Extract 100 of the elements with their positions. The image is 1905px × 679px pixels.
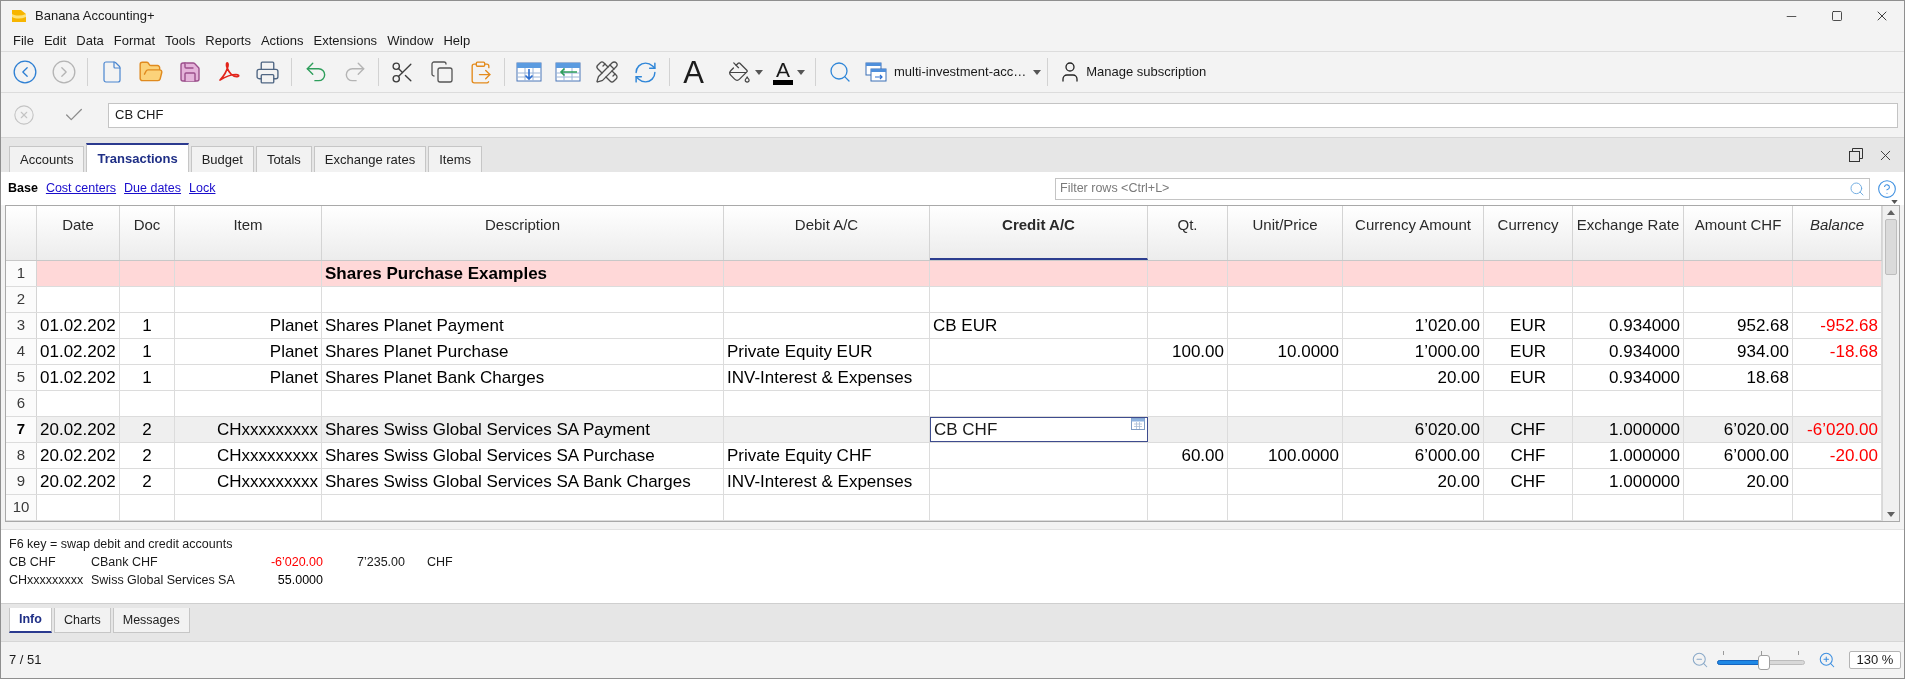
view-link[interactable]: Base (8, 179, 38, 198)
clipboard-icon[interactable] (468, 59, 493, 85)
printer-icon[interactable] (255, 59, 280, 85)
table-row[interactable]: 6 (6, 391, 1882, 417)
refresh-icon[interactable] (633, 59, 658, 85)
table-cell: 01.02.202 (37, 313, 120, 338)
table-cell: 100.0000 (1228, 443, 1343, 468)
menu-item[interactable]: Extensions (308, 32, 383, 50)
column-header[interactable]: Credit A/C (930, 206, 1148, 260)
menu-item[interactable]: Window (382, 32, 439, 50)
row-number[interactable]: 5 (6, 365, 37, 390)
search-icon[interactable] (827, 60, 852, 84)
column-header[interactable]: Debit A/C (724, 206, 930, 260)
view-link[interactable]: Cost centers (45, 179, 117, 198)
formula-input[interactable]: CB CHF (108, 102, 1898, 128)
table-cell: 1 (120, 365, 175, 390)
table-cell: 1 (120, 339, 175, 364)
zoom-slider[interactable] (1717, 650, 1805, 670)
file-selector[interactable]: multi-investment-acc… (863, 57, 1044, 87)
manage-subscription-button[interactable]: Manage subscription (1058, 59, 1207, 85)
table-cell: 6’020.00 (1343, 417, 1484, 442)
table-cell: 100.00 (1148, 339, 1228, 364)
column-header[interactable]: Currency (1484, 206, 1573, 260)
table-row[interactable]: 3 01.02.202 1 Planet Shares Planet Payment CB EUR 1’020.00 EUR 0.934000 952.68 -952.68 (6, 313, 1882, 339)
view-link[interactable]: Due dates (124, 179, 182, 198)
swirl-icon[interactable] (216, 60, 241, 84)
menu-item[interactable]: File (8, 32, 39, 50)
column-header[interactable]: Item (175, 206, 322, 260)
row-number[interactable]: 10 (6, 495, 37, 520)
column-header[interactable]: Doc (120, 206, 175, 260)
menu-item[interactable]: Actions (255, 32, 309, 50)
zoom-out-icon[interactable] (1691, 651, 1709, 669)
account-balance: 7’235.00 (357, 554, 405, 571)
copy-icon[interactable] (429, 60, 454, 84)
table-cell: 6’000.00 (1684, 443, 1793, 468)
table-row[interactable]: 1 Shares Purchase Examples (6, 261, 1882, 287)
table-cell: 1’000.00 (1343, 339, 1484, 364)
menu-item[interactable]: Tools (160, 32, 201, 50)
search-icon[interactable] (1849, 180, 1865, 197)
caret-icon[interactable] (754, 69, 763, 75)
slider-thumb[interactable] (1757, 655, 1770, 670)
zoom-in-icon[interactable] (1818, 651, 1836, 669)
table-row[interactable]: 10 (6, 495, 1882, 521)
down-arrow-icon[interactable] (1887, 512, 1895, 517)
row-number[interactable]: 8 (6, 443, 37, 468)
filter-field[interactable]: Filter rows <Ctrl+L> (1055, 177, 1870, 200)
tab[interactable]: Exchange rates (313, 146, 427, 172)
save-icon[interactable] (177, 60, 202, 84)
column-header[interactable]: Currency Amount (1343, 206, 1484, 260)
menu-item[interactable]: Help (438, 32, 476, 50)
tab[interactable]: Messages (112, 608, 190, 633)
row-number[interactable]: 6 (6, 391, 37, 416)
caret-icon[interactable] (1033, 69, 1042, 75)
cell-editor[interactable]: CB CHF (930, 417, 1148, 442)
zoom-value-field[interactable]: 130 % (1849, 651, 1901, 669)
caret-icon[interactable] (797, 69, 805, 75)
menu-item[interactable]: Format (108, 32, 160, 50)
menu-item[interactable]: Edit (38, 32, 72, 50)
tab[interactable]: Items (428, 146, 482, 172)
calendar-icon[interactable] (1131, 418, 1145, 430)
column-header[interactable]: Qt. (1148, 206, 1228, 260)
tab[interactable]: Accounts (9, 146, 85, 172)
view-link[interactable]: Lock (189, 179, 216, 198)
table-row[interactable]: 5 01.02.202 1 Planet Shares Planet Bank Charges INV-Interest & Expenses 20.00 EUR 0.934000 18.68 (6, 365, 1882, 391)
tab[interactable]: Charts (53, 608, 111, 633)
row-number[interactable]: 7 (6, 417, 37, 442)
restore-icon[interactable] (1849, 148, 1863, 162)
pencil-ruler-icon[interactable] (594, 60, 619, 84)
tab[interactable]: Budget (190, 146, 254, 172)
paint-bucket-icon[interactable] (727, 60, 751, 84)
column-header[interactable]: Description (322, 206, 724, 260)
menu-item[interactable]: Reports (200, 32, 256, 50)
table-row[interactable]: 7 20.02.202 2 CHxxxxxxxxx Shares Swiss Global Services SA Payment CB CHF 6’020.00 CHF 1.000000 6’020.00 -6’020.00 (6, 417, 1882, 443)
scrollbar-thumb[interactable] (1885, 219, 1897, 275)
row-number[interactable]: 1 (6, 261, 37, 286)
menu-item[interactable]: Data (71, 32, 109, 50)
row-number[interactable]: 4 (6, 339, 37, 364)
vertical-scrollbar[interactable] (1882, 206, 1899, 521)
tab[interactable]: Transactions (86, 143, 189, 172)
table-row[interactable]: 2 (6, 287, 1882, 313)
table-row[interactable]: 8 20.02.202 2 CHxxxxxxxxx Shares Swiss Global Services SA Purchase Private Equity CHF 60.00 100.0000 6’000.00 CHF 1.000000 6’000.00 -20.00 (6, 443, 1882, 469)
table-row[interactable]: 9 20.02.202 2 CHxxxxxxxxx Shares Swiss Global Services SA Bank Charges INV-Interest & Expenses 20.00 CHF 1.000000 20.00 (6, 469, 1882, 495)
text-color-button[interactable]: A (773, 59, 793, 85)
column-header[interactable]: Date (37, 206, 120, 260)
maximize-icon[interactable] (1830, 10, 1843, 22)
tab[interactable]: Totals (255, 146, 312, 172)
row-number[interactable]: 9 (6, 469, 37, 494)
font-button[interactable]: A (680, 56, 707, 88)
column-header[interactable]: Unit/Price (1228, 206, 1343, 260)
column-header[interactable]: Amount CHF (1684, 206, 1793, 260)
tab[interactable]: Info (9, 608, 52, 633)
up-arrow-icon[interactable] (1887, 210, 1895, 215)
table-cell: EUR (1484, 339, 1573, 364)
back-icon[interactable] (11, 59, 38, 85)
column-header[interactable]: Exchange Rate (1573, 206, 1684, 260)
account-name: CBank CHF (91, 555, 158, 569)
column-header[interactable]: Balance (1793, 206, 1882, 260)
row-number[interactable]: 3 (6, 313, 37, 338)
table-row[interactable]: 4 01.02.202 1 Planet Shares Planet Purchase Private Equity EUR 100.00 10.0000 1’000.00 EUR 0.934000 934.00 -18.68 (6, 339, 1882, 365)
row-number[interactable]: 2 (6, 287, 37, 312)
